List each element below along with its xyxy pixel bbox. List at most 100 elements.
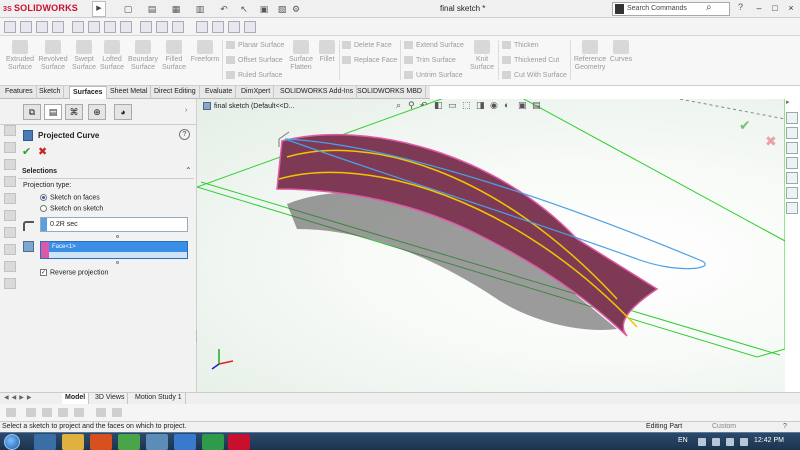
panel-expand-icon[interactable]: ▸	[786, 98, 790, 106]
sketch-icon[interactable]	[96, 408, 106, 417]
tree-icon[interactable]	[4, 278, 16, 289]
view-settings-icon[interactable]: ▤	[532, 100, 541, 111]
tab-sketch[interactable]: Sketch	[36, 86, 65, 99]
undo-icon[interactable]: ↶	[218, 3, 230, 15]
file-explorer-icon[interactable]	[62, 434, 84, 450]
help-icon[interactable]: ?	[738, 2, 743, 12]
excel-icon[interactable]	[202, 434, 224, 450]
tree-icon[interactable]	[4, 244, 16, 255]
app-icon[interactable]	[146, 434, 168, 450]
reference-geometry-button[interactable]: Reference Geometry	[573, 40, 607, 72]
revolved-surface-button[interactable]: Revolved Surface	[37, 40, 69, 72]
tree-icon[interactable]	[4, 159, 16, 170]
options-gear-icon[interactable]: ⚙	[290, 3, 302, 15]
network-icon[interactable]	[712, 438, 720, 446]
knit-surface-button[interactable]: Knit Surface	[468, 40, 496, 72]
swept-surface-button[interactable]: Swept Surface	[70, 40, 98, 72]
tree-icon[interactable]	[4, 125, 16, 136]
cut-with-surface-button[interactable]: Cut With Surface	[502, 71, 567, 80]
rectangle-tool-icon[interactable]	[52, 21, 64, 33]
tree-icon[interactable]	[4, 261, 16, 272]
print-icon[interactable]: ▥	[194, 3, 206, 15]
display-style-icon[interactable]: ◨	[476, 100, 485, 111]
radio-button-selected[interactable]	[40, 194, 47, 201]
view-palette-icon[interactable]	[786, 172, 798, 184]
sketch-icon[interactable]	[112, 408, 122, 417]
extend-surface-button[interactable]: Extend Surface	[404, 41, 464, 50]
menu-expand-arrow-icon[interactable]: ▶	[92, 1, 106, 17]
lofted-surface-button[interactable]: Lofted Surface	[98, 40, 126, 72]
cancel-button[interactable]: ✖	[38, 145, 47, 158]
volume-icon[interactable]	[740, 438, 748, 446]
help-icon[interactable]: ?	[179, 129, 190, 140]
radio-button[interactable]	[40, 205, 47, 212]
projection-faces-field[interactable]: Face<1>	[40, 241, 188, 259]
selections-group-header[interactable]: Selections ⌃	[18, 166, 194, 179]
unit-system[interactable]: Custom	[712, 423, 736, 430]
previous-view-icon[interactable]: ↶	[420, 100, 428, 111]
sketch-icon[interactable]	[26, 408, 36, 417]
chevron-up-icon[interactable]: ⌃	[185, 166, 192, 175]
extrude-tool-icon[interactable]	[196, 21, 208, 33]
tree-icon[interactable]	[4, 176, 16, 187]
delete-face-button[interactable]: Delete Face	[342, 41, 392, 50]
filled-surface-button[interactable]: Filled Surface	[160, 40, 188, 72]
offset-surface-button[interactable]: Offset Surface	[226, 56, 283, 65]
confirmation-ok-icon[interactable]: ✔	[739, 117, 751, 134]
tab-direct-editing[interactable]: Direct Editing	[151, 86, 200, 99]
app-icon[interactable]	[174, 434, 196, 450]
fillet-button[interactable]: Fillet	[316, 40, 338, 64]
tab-solidworks-mbd[interactable]: SOLIDWORKS MBD	[354, 86, 426, 99]
dimxpert-manager-tab-icon[interactable]: ⊕	[88, 104, 106, 120]
design-library-icon[interactable]	[786, 142, 798, 154]
chamfer-tool-icon[interactable]	[244, 21, 256, 33]
arc-tool-icon[interactable]	[88, 21, 100, 33]
edit-appearance-icon[interactable]: ◐	[504, 100, 509, 110]
save-icon[interactable]: ▦	[170, 3, 182, 15]
tab-model[interactable]: Model	[62, 393, 90, 404]
sketch-icon[interactable]	[74, 408, 84, 417]
sketch-icon[interactable]	[42, 408, 52, 417]
open-folder-icon[interactable]: ▤	[146, 3, 158, 15]
search-commands-input[interactable]: Search Commands	[612, 2, 730, 16]
fillet-tool-icon[interactable]	[228, 21, 240, 33]
file-explorer-icon[interactable]	[786, 157, 798, 169]
configuration-manager-tab-icon[interactable]: ⌘	[65, 104, 83, 120]
tab-features[interactable]: Features	[2, 86, 37, 99]
line-tool-icon[interactable]	[36, 21, 48, 33]
tree-icon[interactable]	[4, 193, 16, 204]
media-player-icon[interactable]	[90, 434, 112, 450]
custom-properties-icon[interactable]	[786, 202, 798, 214]
close-button[interactable]: ×	[784, 2, 798, 14]
sketch-to-project-field[interactable]: 0.2R sec	[40, 217, 188, 232]
confirmation-cancel-icon[interactable]: ✖	[765, 133, 777, 150]
boundary-surface-button[interactable]: Boundary Surface	[127, 40, 159, 72]
tab-evaluate[interactable]: Evaluate	[202, 86, 237, 99]
graphics-viewport[interactable]: final sketch (Default<<D...	[197, 99, 785, 392]
freeform-button[interactable]: Freeform	[189, 40, 221, 64]
checkbox-checked[interactable]: ✓	[40, 269, 47, 276]
tree-icon[interactable]	[4, 227, 16, 238]
sketch-icon[interactable]	[58, 408, 68, 417]
pattern-tool-icon[interactable]	[156, 21, 168, 33]
circle-tool-icon[interactable]	[72, 21, 84, 33]
display-manager-tab-icon[interactable]: ◕	[114, 104, 132, 120]
rebuild-icon[interactable]: ▣	[258, 3, 270, 15]
reverse-projection-checkbox[interactable]: ✓ Reverse projection	[40, 269, 108, 276]
untrim-surface-button[interactable]: Untrim Surface	[404, 71, 463, 80]
smart-dimension-icon[interactable]	[20, 21, 32, 33]
zoom-to-fit-icon[interactable]: ⌕	[396, 100, 401, 111]
trim-tool-icon[interactable]	[120, 21, 132, 33]
clock[interactable]: 12:42 PM	[754, 437, 784, 444]
section-view-icon[interactable]: ◧	[434, 100, 443, 111]
sketch-tool-icon[interactable]	[4, 21, 16, 33]
ok-button[interactable]: ✔	[22, 145, 31, 158]
radio-sketch-on-faces[interactable]: Sketch on faces	[40, 194, 100, 201]
hide-show-items-icon[interactable]: ◉	[490, 100, 498, 111]
dynamic-annotation-icon[interactable]: ▭	[448, 100, 457, 111]
search-icon[interactable]: ⌕	[706, 2, 712, 13]
thickened-cut-button[interactable]: Thickened Cut	[502, 56, 559, 65]
internet-explorer-icon[interactable]	[34, 434, 56, 450]
panel-collapse-icon[interactable]: ›	[185, 107, 187, 114]
tab-sheet-metal[interactable]: Sheet Metal	[107, 86, 152, 99]
